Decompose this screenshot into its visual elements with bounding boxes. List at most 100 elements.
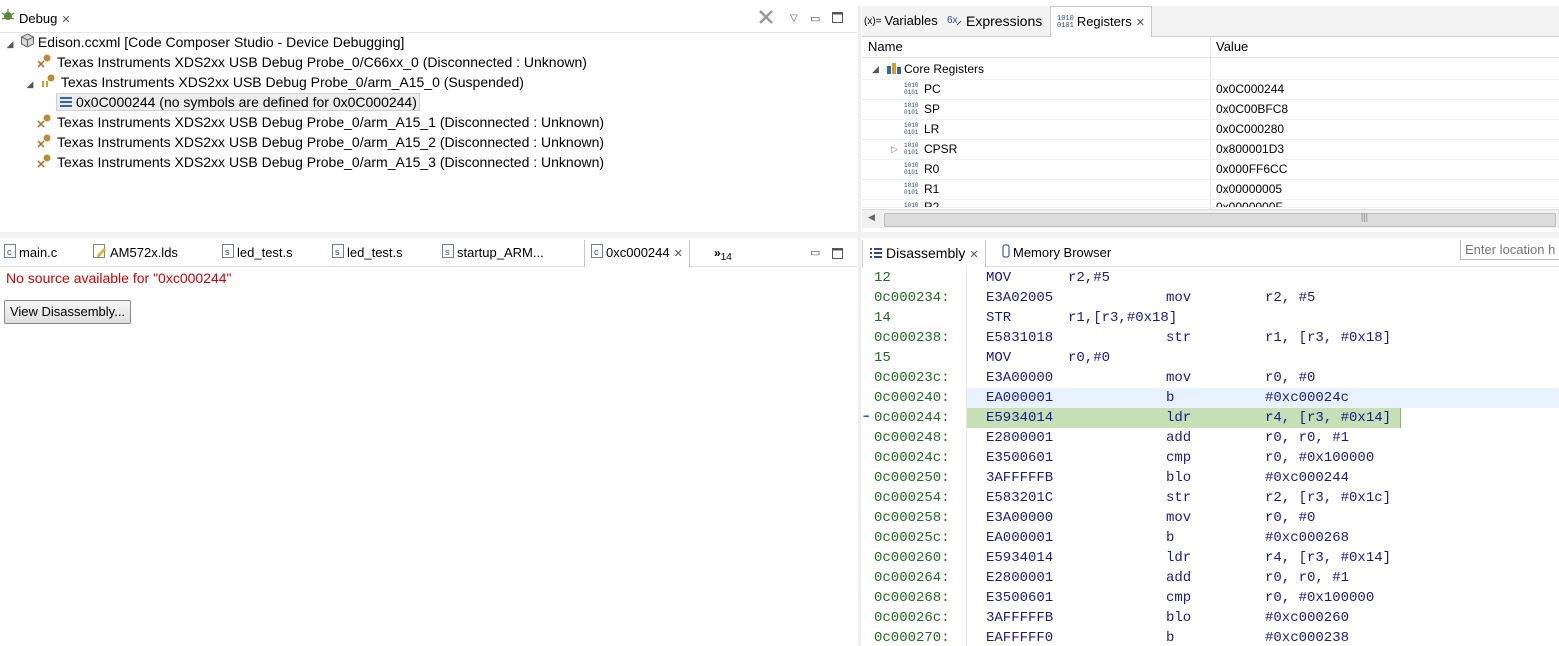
close-icon[interactable]: ✕ xyxy=(61,14,70,26)
register-row[interactable]: 1010 0101 LR 0x0C000280 xyxy=(862,119,1559,140)
tab-label: led_test.s xyxy=(347,245,403,260)
instruction-mnemonic: cmp xyxy=(1166,450,1192,466)
close-icon[interactable]: ✕ xyxy=(1136,17,1145,29)
tab-expressions[interactable]: 6x Expressions xyxy=(947,8,1042,34)
tree-item-selected[interactable]: 0x0C000244 (no symbols are defined for 0… xyxy=(56,92,420,112)
tree-item[interactable]: Texas Instruments XDS2xx USB Debug Probe… xyxy=(36,132,604,152)
disassembly-row[interactable]: 0c000250: 3AFFFFFB blo #0xc000244 xyxy=(862,468,1559,488)
source-mnemonic: MOV xyxy=(986,350,1012,366)
disassembly-row[interactable]: 0c00024c: E3500601 cmp r0, #0x100000 xyxy=(862,448,1559,468)
register-value[interactable]: 0x0C000280 xyxy=(1216,119,1284,139)
tab-startup-arm[interactable]: s startup_ARM... xyxy=(442,240,544,266)
tab-main-c[interactable]: c main.c xyxy=(4,240,57,266)
column-header-value[interactable]: Value xyxy=(1216,39,1248,54)
register-value[interactable]: 0x800001D3 xyxy=(1216,139,1284,159)
close-icon[interactable]: ✕ xyxy=(674,248,683,260)
register-row[interactable]: 1010 0101 R0 0x000FF6CC xyxy=(862,159,1559,180)
horizontal-sash[interactable] xyxy=(0,232,1559,238)
minimize-icon[interactable]: ▭ xyxy=(810,6,820,32)
location-input[interactable] xyxy=(1460,240,1559,260)
view-menu-chevron-down-icon[interactable]: ▽ xyxy=(790,6,798,32)
tree-item[interactable]: Texas Instruments XDS2xx USB Debug Probe… xyxy=(36,152,604,172)
minimize-icon[interactable]: ▭ xyxy=(810,240,820,266)
tab-0xc000244[interactable]: c 0xc000244 ✕ xyxy=(584,240,690,267)
instruction-address: 0c00025c: xyxy=(874,530,950,546)
register-row[interactable]: 1010 0101 R1 0x00000005 xyxy=(862,179,1559,200)
instruction-operands: r4, [r3, #0x14] xyxy=(1265,550,1392,566)
tab-disassembly[interactable]: Disassembly ✕ xyxy=(862,240,986,267)
maximize-icon[interactable] xyxy=(832,240,843,266)
tab-variables[interactable]: (x)= Variables xyxy=(864,8,938,34)
tab-label: 0xc000244 xyxy=(606,245,670,260)
variables-icon: (x)= xyxy=(864,15,882,27)
register-name: R1 xyxy=(924,182,940,196)
expand-triangle-icon[interactable]: ◢ xyxy=(24,74,36,94)
tab-led-test-s-2[interactable]: s led_test.s xyxy=(332,240,403,266)
expand-triangle-icon[interactable]: ◢ xyxy=(4,34,16,54)
disassembly-row[interactable]: 0c00025c: EA000001 b #0xc000268 xyxy=(862,528,1559,548)
tab-memory-browser[interactable]: Memory Browser xyxy=(1002,240,1111,266)
instruction-address: 0c000268: xyxy=(874,590,950,606)
tab-label: startup_ARM... xyxy=(457,245,544,260)
instruction-opcode: E2800001 xyxy=(986,570,1054,586)
source-line-row[interactable]: 14 STR r1,[r3,#0x18] xyxy=(862,308,1559,328)
register-row[interactable]: 10100101 R2 0x0000000F xyxy=(862,199,1559,208)
source-operands: r0,#0 xyxy=(1068,350,1111,366)
disassembly-row[interactable]: 0c000238: E5831018 str r1, [r3, #0x18] xyxy=(862,328,1559,348)
source-line-row[interactable]: 12 MOV r2,#5 xyxy=(862,268,1559,288)
tree-item[interactable]: Texas Instruments XDS2xx USB Debug Probe… xyxy=(36,52,587,72)
tab-debug[interactable]: Debug ✕ xyxy=(0,6,71,32)
register-value[interactable]: 0x0C00BFC8 xyxy=(1216,99,1288,119)
tab-led-test-s[interactable]: s led_test.s xyxy=(222,240,293,266)
tab-overflow[interactable]: »14 xyxy=(714,240,732,266)
disassembly-row[interactable]: 0c000254: E583201C str r2, [r3, #0x1c] xyxy=(862,488,1559,508)
instruction-mnemonic: add xyxy=(1166,570,1192,586)
expand-triangle-icon[interactable]: ◢ xyxy=(872,59,879,79)
instruction-opcode: E3A00000 xyxy=(986,370,1054,386)
disassembly-row[interactable]: 0c00023c: E3A00000 mov r0, #0 xyxy=(862,368,1559,388)
column-header-name[interactable]: Name xyxy=(868,39,903,54)
svg-text:s: s xyxy=(335,247,340,257)
disassembly-row[interactable]: 0c000260: E5934014 ldr r4, [r3, #0x14] xyxy=(862,548,1559,568)
register-value[interactable]: 0x0000000F xyxy=(1216,199,1283,207)
register-icon: 10100101 xyxy=(904,142,919,156)
register-row[interactable]: 1010 0101 SP 0x0C00BFC8 xyxy=(862,99,1559,120)
disassembly-row[interactable]: 0c000270: EAFFFFF0 b #0xc000238 xyxy=(862,628,1559,646)
scroll-left-arrow-icon[interactable]: ◀ xyxy=(868,212,875,223)
register-name: PC xyxy=(924,82,941,96)
disassembly-row[interactable]: 0c00026c: 3AFFFFFB blo #0xc000260 xyxy=(862,608,1559,628)
instruction-address: 0c000264: xyxy=(874,570,950,586)
disassembly-row[interactable]: 0c000258: E3A00000 mov r0, #0 xyxy=(862,508,1559,528)
register-row[interactable]: 1010 0101 PC 0x0C000244 xyxy=(862,79,1559,100)
tree-item[interactable]: Texas Instruments XDS2xx USB Debug Probe… xyxy=(36,112,604,132)
close-icon[interactable]: ✕ xyxy=(969,249,978,261)
source-line-row[interactable]: 15 MOV r0,#0 xyxy=(862,348,1559,368)
horizontal-scrollbar[interactable]: ◀ ||| xyxy=(862,209,1559,228)
c-file-icon: c xyxy=(4,241,16,267)
view-disassembly-button[interactable]: View Disassembly... xyxy=(4,300,131,324)
tab-registers[interactable]: 1010 0101 Registers ✕ xyxy=(1050,6,1152,37)
register-row[interactable]: ▷ 1010 0101 CPSR 0x800001D3 xyxy=(862,139,1559,160)
register-group-row[interactable]: ◢ Core Registers xyxy=(862,59,1559,80)
disassembly-row[interactable]: 0c000248: E2800001 add r0, r0, #1 xyxy=(862,428,1559,448)
disassembly-tabbar: Disassembly ✕ Memory Browser xyxy=(862,240,1559,267)
remove-terminated-icon[interactable] xyxy=(757,8,775,34)
disassembly-row[interactable]: 0c000234: E3A02005 mov r2, #5 xyxy=(862,288,1559,308)
disassembly-row[interactable]: 0c000264: E2800001 add r0, r0, #1 xyxy=(862,568,1559,588)
expand-triangle-icon[interactable]: ▷ xyxy=(891,139,898,159)
debug-root-row[interactable]: ◢ Edison.ccxml [Code Composer Studio - D… xyxy=(4,32,404,52)
disconnected-core-icon xyxy=(36,153,54,174)
instruction-mnemonic: str xyxy=(1166,490,1192,506)
disassembly-row[interactable]: ➡ 0c000244: E5934014 ldr r4, [r3, #0x14] xyxy=(862,408,1559,428)
tree-item[interactable]: ◢ Texas Instruments XDS2xx USB Debug Pro… xyxy=(24,72,524,92)
tab-am572x-lds[interactable]: AM572x.lds xyxy=(93,240,178,266)
vertical-sash[interactable] xyxy=(858,6,861,646)
register-value[interactable]: 0x0C000244 xyxy=(1216,79,1284,99)
scrollbar-thumb[interactable]: ||| xyxy=(884,212,1556,227)
disassembly-row[interactable]: 0c000268: E3500601 cmp r0, #0x100000 xyxy=(862,588,1559,608)
maximize-icon[interactable] xyxy=(832,6,843,32)
register-group-label: Core Registers xyxy=(904,62,985,76)
disassembly-row[interactable]: 0c000240: EA000001 b #0xc00024c xyxy=(862,388,1559,408)
register-value[interactable]: 0x00000005 xyxy=(1216,179,1282,199)
register-value[interactable]: 0x000FF6CC xyxy=(1216,159,1287,179)
